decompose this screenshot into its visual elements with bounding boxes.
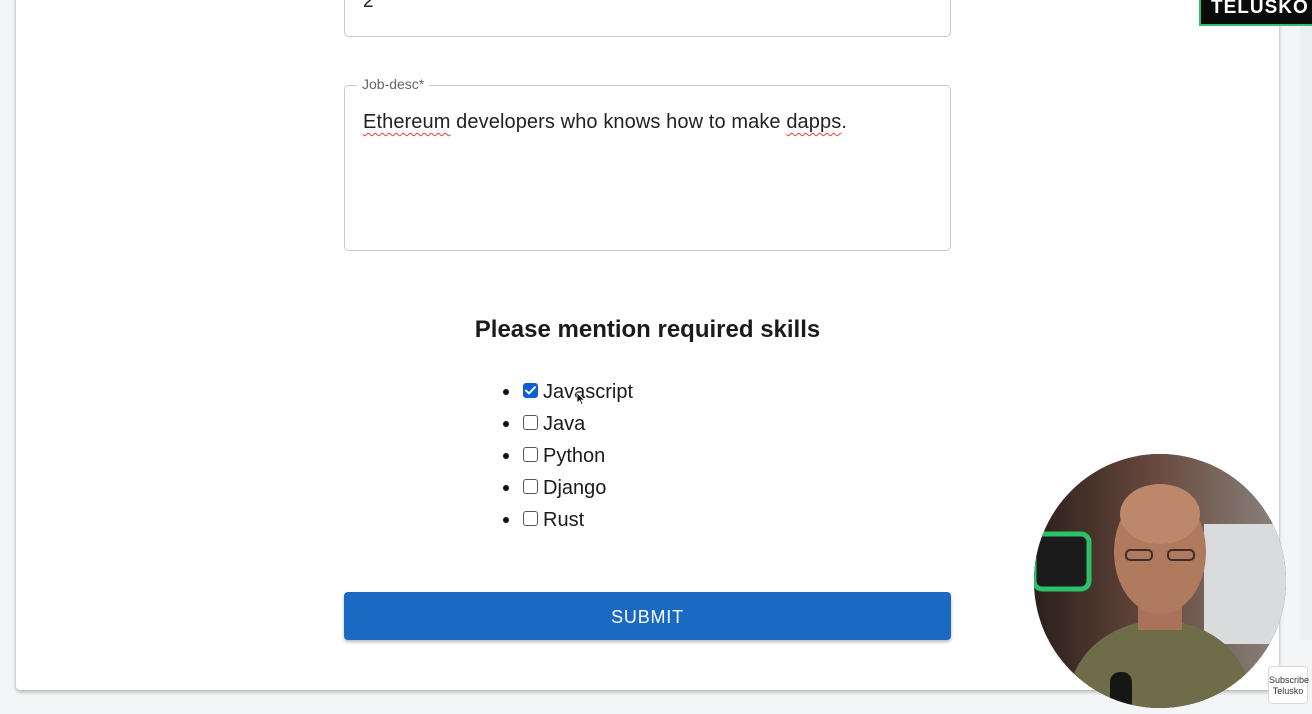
skill-checkbox-rust[interactable] — [523, 510, 538, 526]
subscribe-badge[interactable]: Subscribe Telusko — [1268, 666, 1310, 704]
subscribe-text: Subscribe — [1269, 675, 1310, 685]
job-desc-value: Ethereum developers who knows how to mak… — [363, 111, 847, 134]
submit-button[interactable]: SUBMIT — [344, 592, 951, 640]
skill-label[interactable]: Rust — [543, 509, 584, 532]
job-desc-label: Job-desc* — [357, 76, 430, 92]
skill-checkbox-python[interactable] — [523, 446, 538, 462]
skill-checkbox-django[interactable] — [523, 478, 538, 494]
presenter-webcam — [1034, 454, 1286, 708]
skill-item-java: Java — [500, 408, 633, 440]
list-bullet — [503, 389, 509, 395]
skills-heading: Please mention required skills — [474, 316, 821, 343]
job-desc-text-segment: developers who knows how to make — [450, 111, 787, 133]
skill-label[interactable]: Javascript — [543, 381, 633, 404]
mouse-pointer-icon — [576, 392, 586, 406]
spellcheck-word: dapps — [786, 111, 842, 133]
job-desc-text-segment: . — [841, 111, 847, 133]
skill-item-python: Python — [500, 440, 633, 472]
scrollbar-track[interactable] — [1300, 0, 1312, 640]
previous-input-value: 2 — [363, 0, 374, 12]
channel-logo: TELUSKO — [1199, 0, 1312, 26]
required-asterisk: * — [418, 76, 425, 92]
list-bullet — [503, 453, 509, 459]
list-bullet — [503, 517, 509, 523]
list-bullet — [503, 485, 509, 491]
browser-viewport: 2 Ethereum developers who knows how to m… — [0, 0, 1312, 714]
subscribe-channel: Telusko — [1272, 686, 1304, 696]
skill-item-javascript: Javascript — [500, 376, 633, 408]
skill-checkbox-java[interactable] — [523, 414, 538, 430]
previous-input-field[interactable]: 2 — [344, 0, 951, 37]
job-desc-textarea[interactable]: Ethereum developers who knows how to mak… — [344, 85, 951, 251]
skill-item-django: Django — [500, 472, 633, 504]
spellcheck-word: Ethereum — [363, 111, 451, 133]
job-desc-label-text: Job-desc — [362, 76, 419, 92]
checkmark-icon — [525, 385, 536, 394]
skill-label[interactable]: Django — [543, 477, 606, 500]
skill-label[interactable]: Python — [543, 445, 605, 468]
skill-label[interactable]: Java — [543, 413, 585, 436]
presenter-image — [1034, 454, 1286, 708]
list-bullet — [503, 421, 509, 427]
skills-list: Javascript Java Python Django Rust — [500, 376, 633, 536]
skill-item-rust: Rust — [500, 504, 633, 536]
skill-checkbox-javascript[interactable] — [523, 382, 538, 398]
